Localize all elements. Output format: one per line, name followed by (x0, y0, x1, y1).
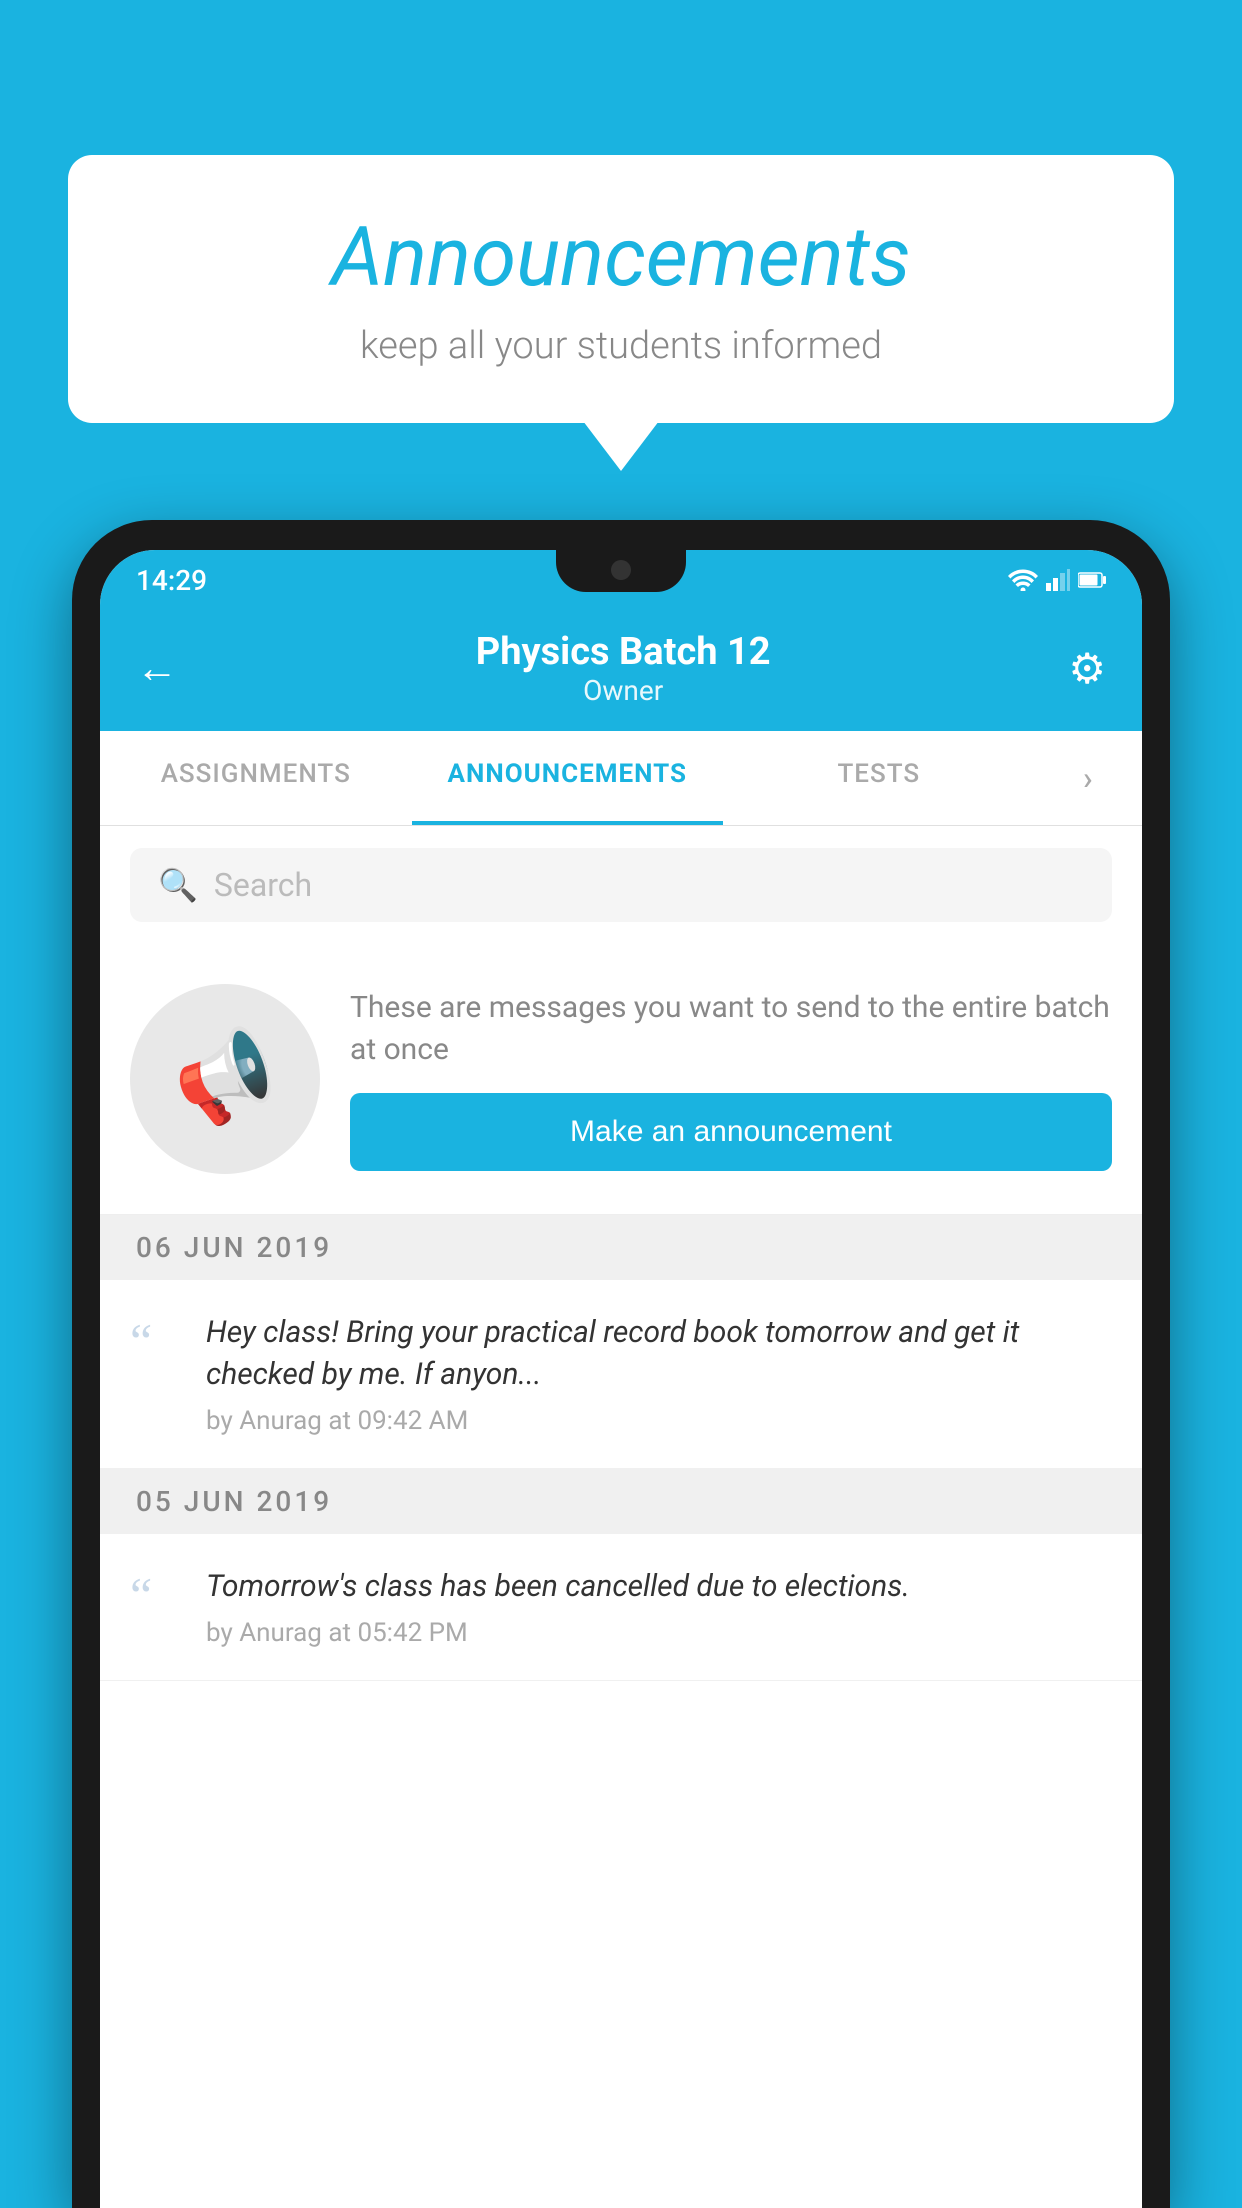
promo-description: These are messages you want to send to t… (350, 987, 1112, 1071)
promo-content: These are messages you want to send to t… (350, 987, 1112, 1171)
speech-bubble-container: Announcements keep all your students inf… (68, 155, 1174, 423)
search-placeholder: Search (214, 866, 312, 904)
status-time: 14:29 (136, 564, 207, 597)
speech-bubble: Announcements keep all your students inf… (68, 155, 1174, 423)
back-button[interactable]: ← (136, 644, 178, 693)
megaphone-icon: 📢 (162, 1018, 288, 1140)
batch-role: Owner (476, 674, 771, 707)
tab-bar: ASSIGNMENTS ANNOUNCEMENTS TESTS › (100, 731, 1142, 826)
announcement-text-2: Tomorrow's class has been cancelled due … (206, 1566, 1112, 1608)
search-bar[interactable]: 🔍 Search (130, 848, 1112, 922)
announcement-text-1: Hey class! Bring your practical record b… (206, 1312, 1112, 1396)
promo-section: 📢 These are messages you want to send to… (100, 944, 1142, 1215)
settings-icon[interactable]: ⚙ (1068, 644, 1106, 694)
phone-notch (556, 550, 686, 592)
wifi-icon (1008, 569, 1038, 591)
announcement-meta-2: by Anurag at 05:42 PM (206, 1618, 1112, 1648)
quote-icon-1: “ (130, 1316, 178, 1366)
quote-icon-2: “ (130, 1570, 178, 1620)
promo-icon-circle: 📢 (130, 984, 320, 1174)
date-label-1: 06 JUN 2019 (136, 1231, 332, 1264)
announcement-item-2[interactable]: “ Tomorrow's class has been cancelled du… (100, 1534, 1142, 1681)
date-label-2: 05 JUN 2019 (136, 1485, 332, 1518)
signal-icon (1046, 569, 1070, 591)
batch-title: Physics Batch 12 (476, 630, 771, 674)
search-icon: 🔍 (158, 866, 198, 904)
tab-assignments[interactable]: ASSIGNMENTS (100, 731, 412, 825)
announcement-item-1[interactable]: “ Hey class! Bring your practical record… (100, 1280, 1142, 1469)
announcement-content-2: Tomorrow's class has been cancelled due … (206, 1566, 1112, 1648)
phone-screen: 14:29 (100, 550, 1142, 2208)
notch-camera (611, 560, 631, 580)
status-bar: 14:29 (100, 550, 1142, 610)
header-title-section: Physics Batch 12 Owner (476, 630, 771, 707)
date-separator-2: 05 JUN 2019 (100, 1469, 1142, 1534)
app-header: ← Physics Batch 12 Owner ⚙ (100, 610, 1142, 731)
tab-announcements[interactable]: ANNOUNCEMENTS (412, 731, 724, 825)
make-announcement-button[interactable]: Make an announcement (350, 1093, 1112, 1171)
announcement-meta-1: by Anurag at 09:42 AM (206, 1406, 1112, 1436)
tab-tests[interactable]: TESTS (723, 731, 1035, 825)
tab-more[interactable]: › (1035, 731, 1142, 825)
date-separator-1: 06 JUN 2019 (100, 1215, 1142, 1280)
phone-frame: 14:29 (72, 520, 1170, 2208)
speech-bubble-subtitle: keep all your students informed (128, 324, 1114, 368)
status-icons (1008, 569, 1106, 591)
announcement-content-1: Hey class! Bring your practical record b… (206, 1312, 1112, 1436)
battery-icon (1078, 571, 1106, 589)
speech-bubble-title: Announcements (128, 210, 1114, 306)
search-container: 🔍 Search (100, 826, 1142, 944)
